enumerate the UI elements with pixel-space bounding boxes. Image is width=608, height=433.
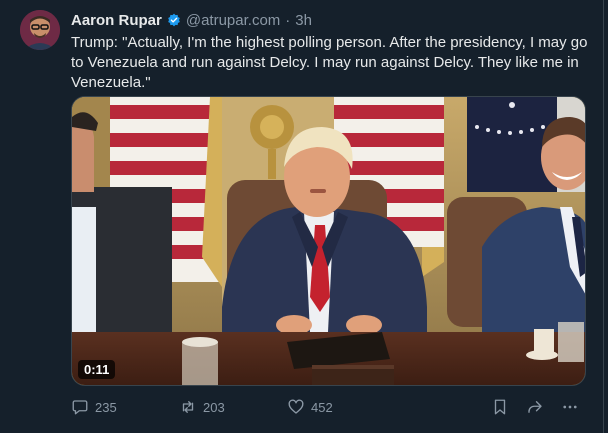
- heart-icon: [288, 399, 304, 414]
- video-player[interactable]: 0:11: [71, 96, 586, 386]
- bookmark-icon: [494, 399, 506, 415]
- more-icon: [563, 405, 577, 409]
- post-card[interactable]: Aaron Rupar @atrupar.com · 3h Trump: "Ac…: [0, 0, 604, 433]
- like-button[interactable]: 452: [287, 396, 333, 418]
- reply-count: 235: [95, 399, 117, 415]
- post-text: Trump: "Actually, I'm the highest pollin…: [71, 34, 588, 91]
- author-handle[interactable]: @atrupar.com: [186, 12, 280, 29]
- repost-icon: [182, 401, 194, 413]
- post-time[interactable]: 3h: [295, 12, 312, 29]
- bookmark-button[interactable]: [491, 396, 509, 418]
- video-timestamp: 0:11: [78, 360, 116, 379]
- verified-badge-icon: [167, 13, 181, 27]
- share-button[interactable]: [526, 396, 544, 418]
- like-count: 452: [311, 399, 333, 415]
- more-options-button[interactable]: [561, 396, 579, 418]
- repost-button[interactable]: 203: [179, 396, 225, 418]
- share-icon: [528, 401, 542, 413]
- post-header: Aaron Rupar @atrupar.com · 3h: [71, 11, 312, 29]
- meta-separator: ·: [285, 11, 291, 29]
- reply-button[interactable]: 235: [71, 396, 117, 418]
- action-bar: 235 203 452: [71, 396, 586, 418]
- repost-count: 203: [203, 399, 225, 415]
- video-frame: [72, 97, 585, 385]
- reply-icon: [72, 400, 88, 415]
- author-avatar[interactable]: [20, 10, 60, 50]
- author-name[interactable]: Aaron Rupar: [71, 12, 162, 29]
